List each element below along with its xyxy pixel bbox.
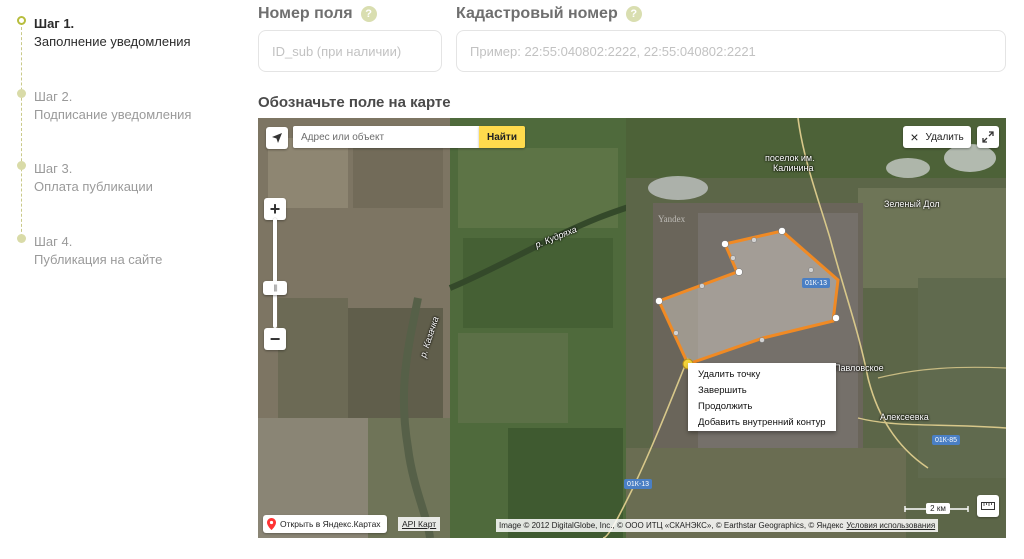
map-search-input[interactable]: Адрес или объект	[293, 126, 479, 148]
cadastral-number-input[interactable]: Пример: 22:55:040802:2222, 22:55:040802:…	[456, 30, 1006, 72]
field-number-label: Номер поля ?	[258, 5, 377, 23]
map-copyright: Image © 2012 DigitalGlobe, Inc., © ООО И…	[496, 519, 939, 532]
open-in-yandex-maps-link[interactable]: Открыть в Яндекс.Картах	[263, 515, 387, 533]
zoom-slider-handle[interactable]: ||||	[263, 281, 287, 295]
cadastral-number-label-text: Кадастровый номер	[456, 5, 618, 22]
step-4-marker-icon	[17, 234, 26, 243]
place-label-alekseevka: Алексеевка	[880, 412, 929, 422]
copyright-text: Image © 2012 DigitalGlobe, Inc., © ООО И…	[499, 521, 844, 530]
step-1-marker-icon	[17, 16, 26, 25]
step-4-description: Публикация на сайте	[34, 252, 163, 267]
step-1-description: Заполнение уведомления	[34, 34, 191, 49]
place-label-kalinina-1: поселок им.	[765, 153, 815, 163]
vertex-context-menu: Удалить точку Завершить Продолжить Добав…	[688, 363, 836, 431]
step-4-title: Шаг 4.	[34, 234, 73, 249]
ruler-icon	[981, 502, 995, 510]
step-3-title: Шаг 3.	[34, 161, 73, 176]
step-3-description: Оплата публикации	[34, 179, 153, 194]
road-badge: 01К-85	[932, 435, 960, 445]
field-number-input[interactable]: ID_sub (при наличии)	[258, 30, 442, 72]
scale-label: 2 км	[926, 503, 950, 514]
steps-connector-line	[21, 22, 22, 242]
step-3-marker-icon	[17, 161, 26, 170]
place-label-pavlovskoe: Павловское	[834, 363, 884, 373]
step-1-title: Шаг 1.	[34, 16, 75, 31]
field-number-label-text: Номер поля	[258, 5, 353, 22]
steps-sidebar: Шаг 1. Заполнение уведомления Шаг 2. Под…	[0, 0, 220, 559]
navigation-arrow-icon	[272, 133, 282, 143]
delete-polygon-button[interactable]: × Удалить	[903, 126, 971, 148]
context-menu-item-continue[interactable]: Продолжить	[688, 398, 836, 414]
map-section-title: Обозначьте поле на карте	[258, 94, 451, 111]
step-2-title: Шаг 2.	[34, 89, 73, 104]
map-scale: 2 км	[904, 503, 969, 515]
field-map[interactable]: Адрес или объект Найти × Удалить + |||| …	[258, 118, 1006, 538]
help-icon[interactable]: ?	[625, 6, 642, 22]
cadastral-number-label: Кадастровый номер ?	[456, 5, 642, 23]
context-menu-item-delete-point[interactable]: Удалить точку	[688, 366, 836, 382]
imagery-watermark: Yandex	[658, 214, 686, 224]
step-2-description: Подписание уведомления	[34, 107, 192, 122]
open-in-yandex-maps-label: Открыть в Яндекс.Картах	[280, 519, 381, 529]
context-menu-item-finish[interactable]: Завершить	[688, 382, 836, 398]
satellite-imagery	[258, 118, 1006, 538]
zoom-slider-track[interactable]	[273, 218, 277, 328]
help-icon[interactable]: ?	[360, 6, 377, 22]
context-menu-item-add-inner-contour[interactable]: Добавить внутренний контур	[688, 414, 836, 430]
step-2-marker-icon	[17, 89, 26, 98]
map-search-button[interactable]: Найти	[479, 126, 525, 148]
zoom-out-button[interactable]: −	[264, 328, 286, 350]
terms-of-use-link[interactable]: Условия использования	[846, 521, 935, 530]
place-label-kalinina-2: Калинина	[773, 163, 814, 173]
geolocation-button[interactable]	[266, 127, 288, 149]
road-badge: 01К-13	[802, 278, 830, 288]
expand-icon	[982, 131, 994, 143]
close-icon: ×	[910, 129, 919, 145]
map-pin-icon	[267, 518, 276, 530]
ruler-button[interactable]	[977, 495, 999, 517]
api-maps-link[interactable]: API Карт	[398, 517, 441, 531]
zoom-in-button[interactable]: +	[264, 198, 286, 220]
place-label-zeleny-dol: Зеленый Дол	[884, 199, 940, 209]
road-badge: 01К-13	[624, 479, 652, 489]
fullscreen-button[interactable]	[977, 126, 999, 148]
delete-polygon-label: Удалить	[925, 131, 964, 143]
